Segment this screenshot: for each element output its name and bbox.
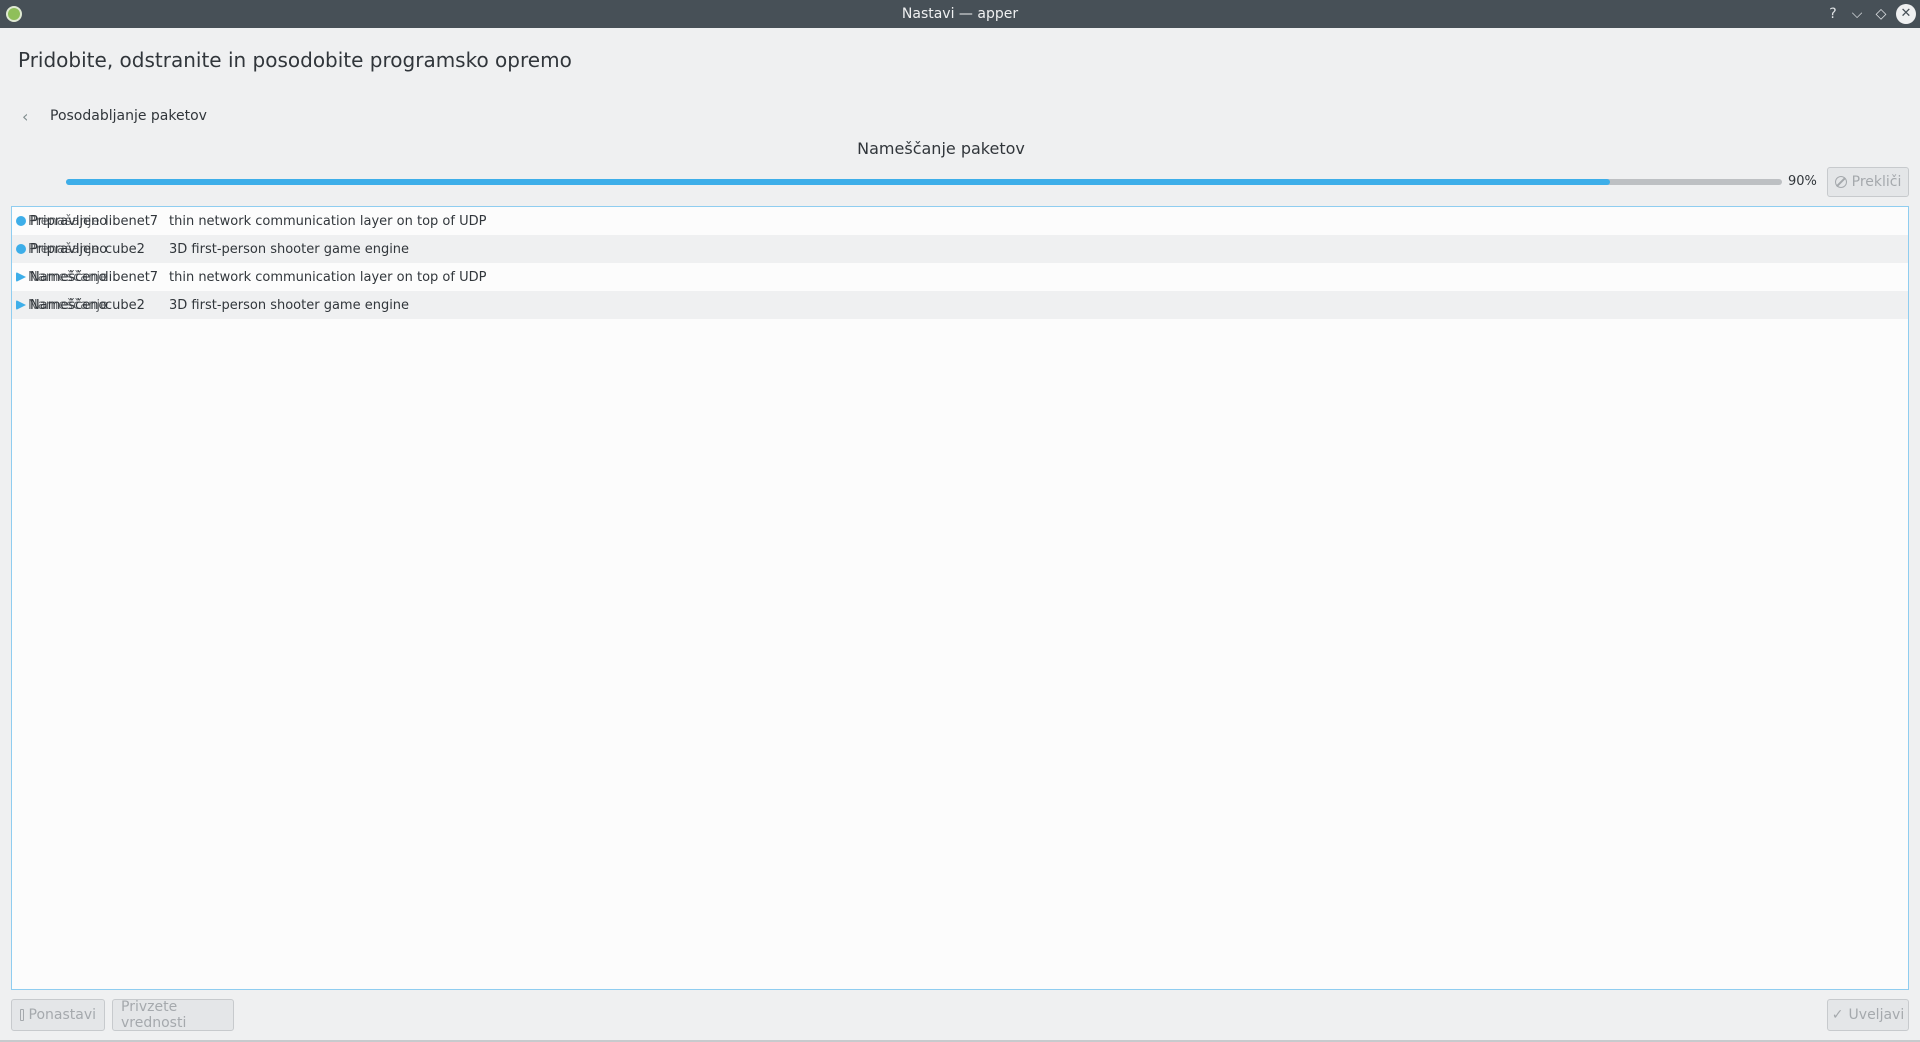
window-titlebar: Nastavi — apper ? ⌵ ◇ ✕ [0, 0, 1920, 28]
install-icon [16, 272, 26, 282]
apply-label: Uveljavi [1848, 1007, 1905, 1023]
back-label: Posodabljanje paketov [50, 108, 207, 124]
reset-label: Ponastavi [28, 1007, 97, 1023]
chevron-left-icon[interactable]: ‹ [22, 107, 42, 126]
minimize-icon[interactable]: ⌵ [1847, 4, 1867, 24]
list-item[interactable]: Nameščanje Nameščeno cube2 3D first-pers… [12, 291, 1908, 319]
close-icon[interactable]: ✕ [1896, 4, 1916, 24]
defaults-label: Privzete vrednosti [121, 999, 187, 1031]
package-description: thin network communication layer on top … [169, 269, 487, 285]
cancel-label: Prekliči [1851, 174, 1902, 190]
package-description: thin network communication layer on top … [169, 213, 487, 229]
progress-percent: 90% [1788, 174, 1817, 189]
package-name: cube2 [105, 297, 145, 313]
package-name: libenet7 [105, 269, 159, 285]
install-icon [16, 300, 26, 310]
package-status-current: Nameščeno [30, 269, 107, 285]
package-list[interactable]: Prenašanje Pripravljeno libenet7 thin ne… [11, 206, 1909, 990]
progress-bar-fill [66, 179, 1611, 185]
package-name: cube2 [105, 241, 145, 257]
download-icon [16, 244, 26, 254]
defaults-button[interactable]: Privzete vrednosti [112, 999, 234, 1031]
list-item[interactable]: Prenašanje Pripravljeno libenet7 thin ne… [12, 207, 1908, 235]
page-title: Pridobite, odstranite in posodobite prog… [18, 48, 572, 72]
package-status-current: Nameščeno [30, 297, 107, 313]
list-item[interactable]: Nameščanje Nameščeno libenet7 thin netwo… [12, 263, 1908, 291]
maximize-icon[interactable]: ◇ [1871, 4, 1891, 24]
package-description: 3D first-person shooter game engine [169, 241, 410, 257]
transaction-status: Nameščanje paketov [857, 139, 1025, 158]
package-name: libenet7 [105, 213, 159, 229]
reset-button[interactable]: Ponastavi [11, 999, 105, 1031]
apply-button[interactable]: ✓ Uveljavi [1827, 999, 1909, 1031]
window-title: Nastavi — apper [901, 6, 1019, 22]
package-status-current: Pripravljeno [30, 213, 108, 229]
download-icon [16, 216, 26, 226]
cancel-button[interactable]: Prekliči [1827, 167, 1909, 197]
package-description: 3D first-person shooter game engine [169, 297, 410, 313]
cancel-icon [1834, 176, 1847, 188]
reset-icon [20, 1009, 24, 1021]
checkmark-icon: ✓ [1831, 1007, 1844, 1023]
help-icon[interactable]: ? [1823, 4, 1843, 24]
progress-bar [66, 179, 1782, 185]
package-status-current: Pripravljeno [30, 241, 108, 257]
back-navigation[interactable]: ‹ Posodabljanje paketov [22, 106, 207, 126]
list-item[interactable]: Prenašanje Pripravljeno cube2 3D first-p… [12, 235, 1908, 263]
